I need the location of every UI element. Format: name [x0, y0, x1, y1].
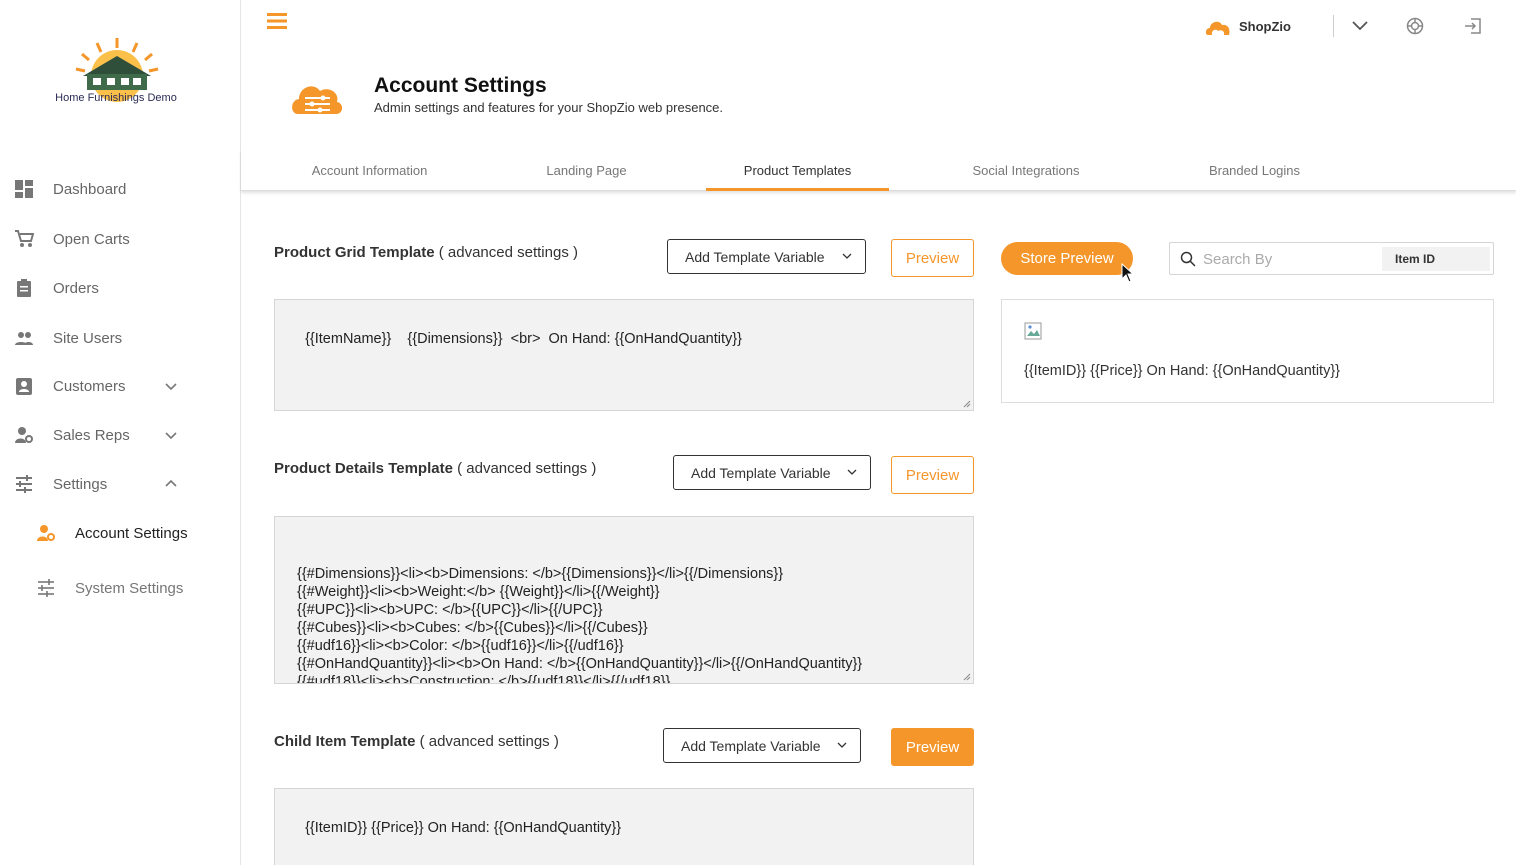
sidebar-subitem-label: Account Settings	[75, 524, 188, 542]
section-title-text: Product Grid Template	[274, 244, 435, 261]
section-title-text: Product Details Template	[274, 460, 453, 477]
product-details-title: Product Details Template ( advanced sett…	[274, 460, 596, 477]
search-icon	[1180, 251, 1196, 267]
product-grid-title: Product Grid Template ( advanced setting…	[274, 244, 578, 261]
dashboard-icon	[15, 180, 33, 198]
chevron-down-icon	[165, 383, 177, 391]
sidebar-subitem-account-settings[interactable]: Account Settings	[0, 513, 240, 553]
clipboard-icon	[17, 279, 31, 297]
store-preview-card: {{ItemID}} {{Price}} On Hand: {{OnHandQu…	[1001, 299, 1494, 403]
dropdown-label: Add Template Variable	[691, 464, 831, 481]
add-template-variable-dropdown[interactable]: Add Template Variable	[673, 455, 871, 490]
sidebar: Home Furnishings Demo Dashboard Open Car…	[0, 0, 241, 865]
page-subtitle: Admin settings and features for your Sho…	[374, 100, 724, 115]
sidebar-item-label: Customers	[53, 377, 126, 395]
chevron-down-icon	[847, 469, 857, 475]
logout-icon[interactable]	[1463, 16, 1483, 36]
resize-handle-icon[interactable]	[963, 400, 971, 408]
section-title-text: Child Item Template	[274, 733, 416, 750]
tab-social-integrations[interactable]: Social Integrations	[941, 150, 1111, 190]
preview-button[interactable]: Preview	[891, 456, 974, 494]
sidebar-subitem-label: System Settings	[75, 579, 184, 597]
tab-product-templates[interactable]: Product Templates	[706, 150, 889, 191]
chevron-up-icon	[165, 479, 177, 487]
sidebar-item-label: Orders	[53, 279, 99, 297]
preview-button[interactable]: Preview	[891, 728, 974, 766]
hamburger-menu-icon[interactable]	[266, 11, 288, 31]
tab-branded-logins[interactable]: Branded Logins	[1176, 150, 1333, 190]
tab-landing-page[interactable]: Landing Page	[511, 150, 662, 190]
advanced-settings-label: ( advanced settings )	[452, 460, 597, 477]
sliders-icon	[16, 475, 32, 493]
advanced-settings-label: ( advanced settings )	[415, 733, 559, 750]
store-preview-button[interactable]: Store Preview	[1001, 242, 1133, 275]
person-gear-icon	[15, 427, 33, 443]
sidebar-item-label: Dashboard	[53, 180, 127, 198]
search-box: Item ID	[1169, 242, 1494, 275]
dropdown-label: Add Template Variable	[685, 248, 825, 265]
chevron-down-icon	[165, 432, 177, 440]
contact-card-icon	[16, 378, 32, 395]
preview-button[interactable]: Preview	[891, 239, 974, 277]
add-template-variable-dropdown[interactable]: Add Template Variable	[663, 728, 861, 763]
mouse-cursor-icon	[1121, 263, 1135, 283]
shopzio-cloud-icon	[1205, 21, 1230, 35]
sidebar-subitem-system-settings[interactable]: System Settings	[0, 568, 240, 608]
people-icon	[15, 332, 33, 345]
product-details-template-textarea[interactable]: {{#Dimensions}}<li><b>Dimensions: </b>{{…	[274, 516, 974, 684]
brand: ShopZio	[1205, 14, 1291, 38]
textarea-content: {{ItemName}} {{Dimensions}} <br> On Hand…	[305, 331, 742, 347]
account-gear-icon	[37, 525, 55, 541]
add-template-variable-dropdown[interactable]: Add Template Variable	[667, 239, 866, 274]
help-lifebuoy-icon[interactable]	[1405, 16, 1425, 36]
tab-bar: Account Information Landing Page Product…	[241, 150, 1516, 191]
search-by-select[interactable]: Item ID	[1382, 247, 1490, 271]
sidebar-item-site-users[interactable]: Site Users	[0, 318, 240, 358]
page-title: Account Settings	[374, 74, 547, 97]
sidebar-item-settings[interactable]: Settings	[0, 464, 240, 504]
advanced-settings-label: ( advanced settings )	[434, 244, 578, 261]
textarea-content: {{#Dimensions}}<li><b>Dimensions: </b>{{…	[297, 566, 863, 684]
sidebar-item-dashboard[interactable]: Dashboard	[0, 169, 240, 209]
chevron-down-icon	[842, 253, 852, 259]
sidebar-item-label: Site Users	[53, 329, 123, 347]
broken-image-icon	[1024, 322, 1042, 340]
tab-account-information[interactable]: Account Information	[286, 150, 453, 190]
sidebar-item-customers[interactable]: Customers	[0, 366, 240, 406]
search-input[interactable]	[1203, 248, 1373, 270]
sidebar-item-label: Sales Reps	[53, 426, 130, 444]
resize-handle-icon[interactable]	[963, 673, 971, 681]
sidebar-item-label: Open Carts	[53, 230, 130, 248]
child-item-template-textarea[interactable]: {{ItemID}} {{Price}} On Hand: {{OnHandQu…	[274, 788, 974, 865]
cart-icon	[15, 230, 34, 247]
brand-name: ShopZio	[1239, 18, 1291, 34]
preview-card-text: {{ItemID}} {{Price}} On Hand: {{OnHandQu…	[1024, 363, 1341, 379]
sidebar-item-label: Settings	[53, 475, 108, 493]
textarea-content: {{ItemID}} {{Price}} On Hand: {{OnHandQu…	[305, 820, 622, 836]
sidebar-item-sales-reps[interactable]: Sales Reps	[0, 415, 240, 455]
sliders-icon	[38, 579, 54, 597]
product-grid-template-textarea[interactable]: {{ItemName}} {{Dimensions}} <br> On Hand…	[274, 299, 974, 411]
sidebar-item-open-carts[interactable]: Open Carts	[0, 219, 240, 259]
logo-text: Home Furnishings Demo	[55, 92, 177, 104]
child-item-title: Child Item Template ( advanced settings …	[274, 733, 559, 750]
sidebar-item-orders[interactable]: Orders	[0, 268, 240, 308]
chevron-down-icon[interactable]	[1350, 16, 1370, 36]
chevron-down-icon	[837, 742, 847, 748]
settings-cloud-icon	[292, 86, 343, 114]
dropdown-label: Add Template Variable	[681, 737, 821, 754]
topbar-divider	[1333, 15, 1334, 37]
